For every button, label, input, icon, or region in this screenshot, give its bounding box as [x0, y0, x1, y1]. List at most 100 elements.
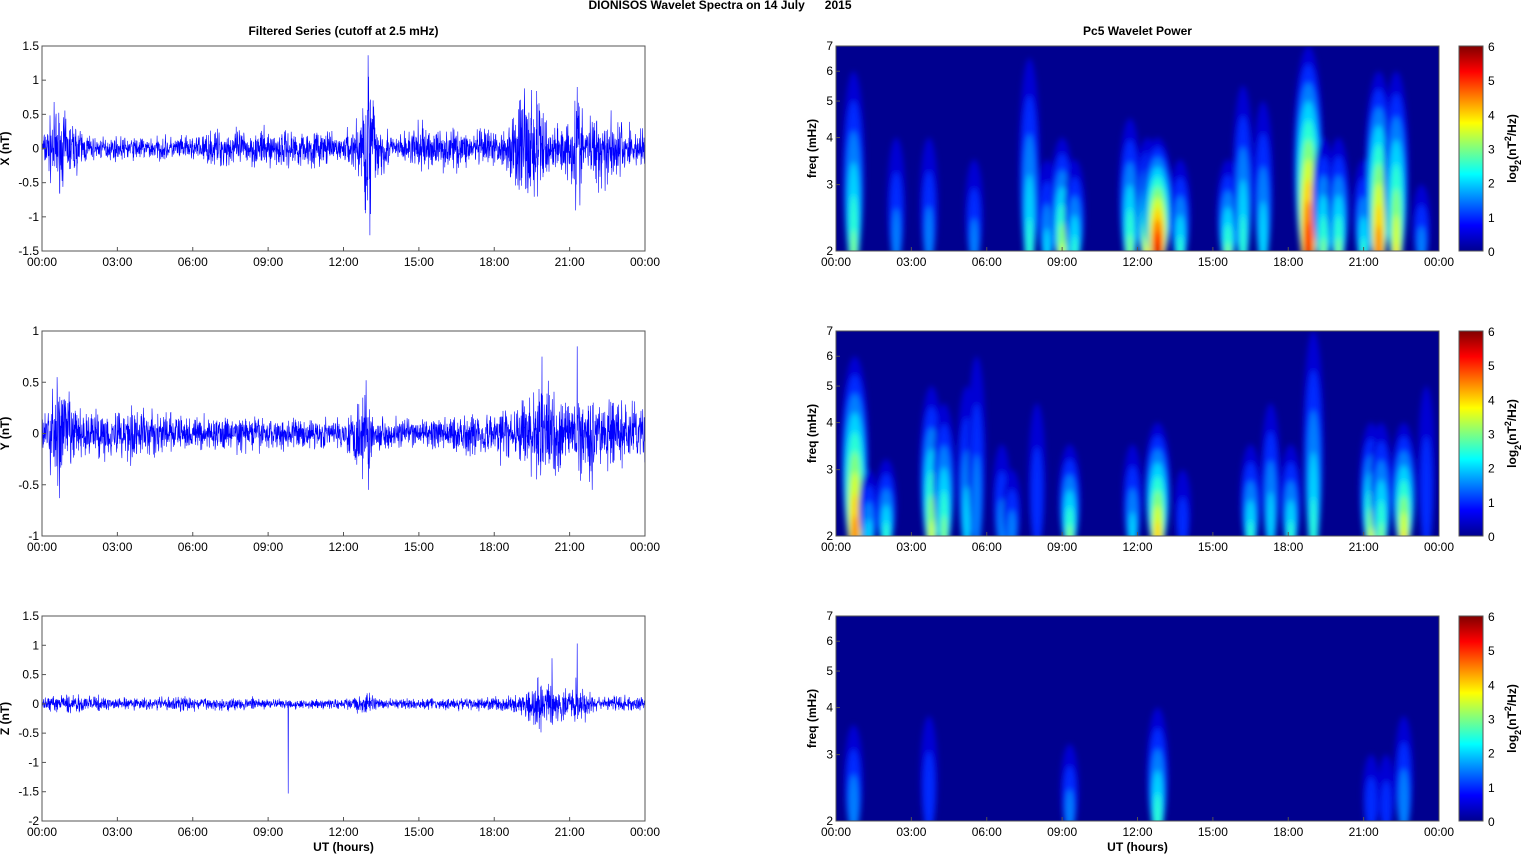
x-tick-label: 06:00 — [178, 255, 208, 269]
x-tick-label: 21:00 — [1349, 255, 1379, 269]
power-contour — [1155, 242, 1161, 251]
colorbar-tick-label: 1 — [1488, 781, 1495, 795]
y-tick-label: 3 — [826, 748, 833, 762]
colorbar-tick-label: 1 — [1488, 496, 1495, 510]
panel-title: Pc5 Wavelet Power — [1083, 24, 1192, 38]
power-contour — [1153, 230, 1162, 251]
wavelet-panel-x: Pc5 Wavelet Power2345670123456log2(nT2/H… — [805, 24, 1521, 280]
power-contour — [1378, 522, 1384, 536]
x-tick-label: 03:00 — [102, 540, 132, 554]
y-tick-label: 4 — [826, 416, 833, 430]
x-tick-label: 06:00 — [178, 540, 208, 554]
y-tick-label: 4 — [826, 131, 833, 145]
colorbar — [1458, 330, 1484, 537]
x-tick-label: 09:00 — [253, 825, 283, 839]
y-tick-label: 1.5 — [22, 39, 39, 53]
x-tick-label: 12:00 — [1122, 255, 1152, 269]
power-contour — [1304, 221, 1313, 251]
y-axis-label: freq (mHz) — [805, 689, 819, 748]
axes-frame — [41, 615, 646, 822]
data-trace — [41, 346, 646, 499]
colorbar — [1458, 615, 1484, 822]
colorbar-label-part: (nT — [1505, 711, 1519, 730]
power-blob — [1019, 58, 1040, 251]
colorbar-tick-label: 5 — [1488, 644, 1495, 658]
power-contour — [1154, 520, 1161, 536]
power-blob — [1174, 469, 1192, 536]
x-tick-label: 12:00 — [1122, 825, 1152, 839]
x-tick-label: 09:00 — [1047, 825, 1077, 839]
y-tick-label: -1 — [28, 755, 39, 769]
power-contour — [923, 751, 935, 821]
y-tick-label: 0 — [32, 427, 39, 441]
x-tick-label: 21:00 — [1349, 825, 1379, 839]
x-tick-label: 12:00 — [328, 540, 358, 554]
x-tick-label: 21:00 — [555, 540, 585, 554]
power-contour — [1306, 244, 1311, 251]
power-blob — [1240, 444, 1261, 536]
power-blob — [1384, 71, 1409, 251]
y-tick-label: 7 — [826, 609, 833, 623]
colorbar-label-part: /Hz) — [1505, 399, 1519, 421]
wavelet-panel-y: 2345670123456log2(nT2/Hz)00:0003:0006:00… — [805, 324, 1521, 554]
power-contour — [1156, 256, 1160, 280]
y-tick-label: -1.5 — [18, 785, 39, 799]
x-tick-label: 00:00 — [821, 825, 851, 839]
colorbar-label-part: /Hz) — [1505, 114, 1519, 136]
x-axis-label: UT (hours) — [313, 840, 374, 854]
colorbar-tick-label: 1 — [1488, 211, 1495, 225]
colorbar-tick-label: 3 — [1488, 713, 1495, 727]
x-tick-label: 09:00 — [253, 540, 283, 554]
x-tick-label: 15:00 — [404, 540, 434, 554]
colorbar-tick-label: 0 — [1488, 245, 1495, 259]
colorbar-tick-label: 2 — [1488, 747, 1495, 761]
x-tick-label: 00:00 — [821, 255, 851, 269]
data-trace — [41, 55, 646, 236]
colorbar-tick-label: 0 — [1488, 815, 1495, 829]
colorbar-tick-label: 3 — [1488, 143, 1495, 157]
y-tick-label: 1.5 — [22, 609, 39, 623]
colorbar-label-part: (nT — [1505, 141, 1519, 160]
x-tick-label: 21:00 — [555, 255, 585, 269]
power-contour — [1335, 237, 1342, 251]
y-tick-label: 1 — [32, 73, 39, 87]
x-tick-label: 21:00 — [555, 825, 585, 839]
y-tick-label: 5 — [826, 94, 833, 108]
x-tick-label: 00:00 — [27, 255, 57, 269]
x-tick-label: 18:00 — [1273, 825, 1303, 839]
x-tick-label: 18:00 — [1273, 540, 1303, 554]
power-blob — [887, 137, 906, 251]
x-tick-label: 18:00 — [1273, 255, 1303, 269]
y-tick-label: 0 — [32, 697, 39, 711]
colorbar-tick-label: 2 — [1488, 177, 1495, 191]
y-axis-label: Z (nT) — [0, 702, 12, 735]
x-tick-label: 12:00 — [1122, 540, 1152, 554]
y-tick-label: 4 — [826, 701, 833, 715]
colorbar-label: log2(nT2/Hz) — [1503, 114, 1521, 183]
y-axis-label: X (nT) — [0, 132, 12, 166]
y-axis-label: freq (mHz) — [805, 119, 819, 178]
y-tick-label: 0 — [32, 142, 39, 156]
x-tick-label: 00:00 — [630, 540, 660, 554]
x-tick-label: 06:00 — [972, 255, 1002, 269]
colorbar-tick-label: 5 — [1488, 74, 1495, 88]
power-contour — [972, 454, 981, 536]
power-contour — [1031, 446, 1043, 536]
y-tick-label: 0.5 — [22, 375, 39, 389]
power-contour — [851, 229, 857, 251]
x-tick-label: 15:00 — [404, 255, 434, 269]
colorbar-label-part: log — [1505, 165, 1519, 183]
y-tick-label: 6 — [826, 349, 833, 363]
y-tick-label: 6 — [826, 634, 833, 648]
x-tick-label: 09:00 — [1047, 255, 1077, 269]
x-tick-label: 00:00 — [630, 255, 660, 269]
x-tick-label: 00:00 — [1424, 540, 1454, 554]
power-contour — [865, 519, 873, 536]
colorbar-tick-label: 6 — [1488, 610, 1495, 624]
y-tick-label: 3 — [826, 463, 833, 477]
timeseries-panel-x: Filtered Series (cutoff at 2.5 mHz)-1.5-… — [0, 24, 660, 269]
power-contour — [929, 519, 934, 536]
timeseries-panel-y: -1-0.500.5100:00 03:00 06:00 09:00 12:00 15:0… — [0, 324, 660, 554]
power-contour — [1007, 510, 1016, 536]
y-axis-label: freq (mHz) — [805, 404, 819, 463]
